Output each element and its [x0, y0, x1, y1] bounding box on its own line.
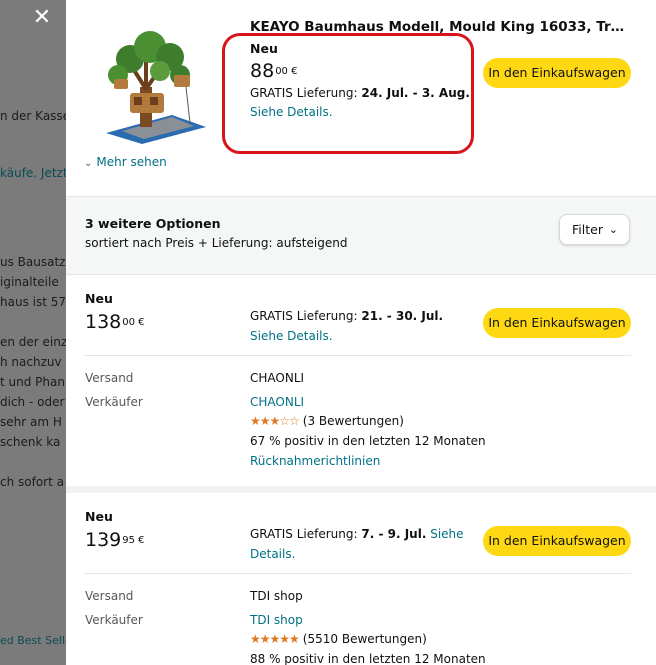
seller-link[interactable]: TDI shop: [250, 613, 303, 627]
shipping-label: Versand: [85, 589, 134, 603]
condition-label: Neu: [85, 291, 113, 306]
highlight-annotation: [222, 33, 474, 154]
shipping-label: Versand: [85, 371, 134, 385]
price: 13995 €: [85, 529, 145, 551]
details-link[interactable]: Siehe: [430, 527, 463, 541]
options-header: 3 weitere Optionen sortiert nach Preis +…: [66, 197, 656, 275]
divider: [84, 573, 631, 574]
rating-count: (5510 Bewertungen): [302, 632, 427, 646]
details-link[interactable]: Siehe Details.: [250, 327, 333, 346]
sort-description: sortiert nach Preis + Lieferung: aufstei…: [85, 236, 348, 250]
shipping-value: CHAONLI: [250, 371, 305, 385]
background-text: sehr am H: [0, 415, 62, 429]
background-page: n der Kasse käufe. Jetzt us Bausatz igin…: [0, 0, 66, 665]
star-icons: ★★★★★: [250, 632, 300, 646]
positive-rating: 88 % positiv in den letzten 12 Monaten: [250, 652, 486, 665]
seller-label: Verkäufer: [85, 395, 143, 409]
positive-rating: 67 % positiv in den letzten 12 Monaten: [250, 434, 486, 448]
background-text: us Bausatz: [0, 255, 66, 269]
background-text: h nachzuv: [0, 355, 62, 369]
shipping-value: TDI shop: [250, 589, 303, 603]
background-text: t und Phan: [0, 375, 65, 389]
offer-item: Neu 13995 € GRATIS Lieferung: 7. - 9. Ju…: [66, 493, 656, 665]
rating-count: (3 Bewertungen): [302, 414, 404, 428]
star-rating[interactable]: ★★★☆☆ (3 Bewertungen): [250, 414, 404, 428]
background-text: iginalteile: [0, 275, 59, 289]
condition-label: Neu: [85, 509, 113, 524]
background-link: ed Best Selle: [0, 634, 66, 647]
divider: [84, 355, 631, 356]
background-text: haus ist 57: [0, 295, 66, 309]
seller-label: Verkäufer: [85, 613, 143, 627]
options-count: 3 weitere Optionen: [85, 216, 221, 231]
background-link: käufe. Jetzt: [0, 166, 66, 180]
add-to-cart-button[interactable]: In den Einkaufswagen: [483, 58, 631, 88]
price: 13800 €: [85, 311, 145, 333]
delivery-info: GRATIS Lieferung: 21. - 30. Jul.: [250, 309, 444, 323]
background-text: dich - oder: [0, 395, 65, 409]
background-text: ch sofort a: [0, 475, 64, 489]
product-header: ⌄ Mehr sehen KEAYO Baumhaus Modell, Mould…: [66, 0, 656, 197]
product-image[interactable]: [102, 27, 208, 145]
add-to-cart-button[interactable]: In den Einkaufswagen: [483, 526, 631, 556]
delivery-info: GRATIS Lieferung: 7. - 9. Jul. Siehe: [250, 527, 464, 541]
background-text: n der Kasse: [0, 109, 66, 123]
chevron-down-icon: ⌄: [84, 158, 93, 169]
add-to-cart-button[interactable]: In den Einkaufswagen: [483, 308, 631, 338]
star-icons: ★★★☆☆: [250, 414, 300, 428]
offers-panel: ⌄ Mehr sehen KEAYO Baumhaus Modell, Mould…: [66, 0, 656, 665]
close-icon[interactable]: ✕: [30, 6, 54, 30]
returns-link[interactable]: Rücknahmerichtlinien: [250, 454, 380, 468]
chevron-down-icon: ⌄: [608, 223, 618, 236]
background-text: schenk ka: [0, 435, 61, 449]
details-link[interactable]: Details.: [250, 545, 295, 564]
star-rating[interactable]: ★★★★★ (5510 Bewertungen): [250, 632, 427, 646]
seller-link[interactable]: CHAONLI: [250, 395, 304, 409]
background-text: en der einz: [0, 335, 66, 349]
offer-item: Neu 13800 € GRATIS Lieferung: 21. - 30. …: [66, 275, 656, 493]
show-more-link[interactable]: ⌄ Mehr sehen: [84, 155, 167, 169]
filter-button[interactable]: Filter ⌄: [559, 214, 630, 245]
